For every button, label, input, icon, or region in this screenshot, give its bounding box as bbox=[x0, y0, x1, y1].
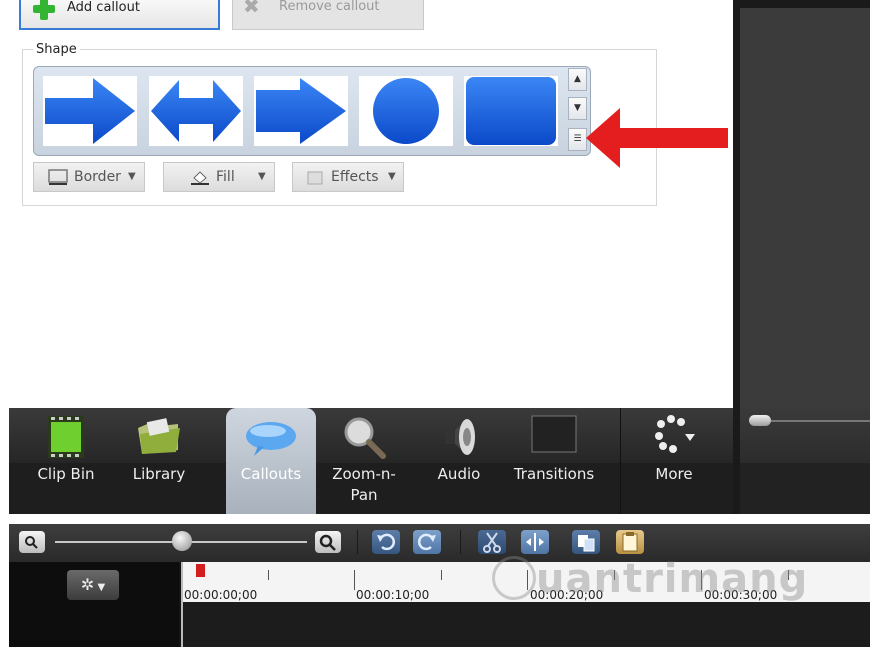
split-button[interactable] bbox=[521, 530, 549, 554]
shape-rectangle-tile[interactable] bbox=[464, 76, 558, 146]
magnifier-icon bbox=[344, 417, 386, 459]
ruler-tick bbox=[268, 570, 269, 580]
timecode-label: 00:00:10;00 bbox=[356, 588, 430, 602]
undo-button[interactable] bbox=[372, 530, 400, 554]
copy-icon bbox=[578, 535, 595, 552]
remove-icon: ✖ bbox=[243, 0, 260, 18]
fill-label: Fill bbox=[216, 169, 235, 185]
undo-icon bbox=[377, 533, 396, 551]
effects-dropdown[interactable]: Effects ▼ bbox=[292, 162, 404, 192]
chevron-down-icon: ▼ bbox=[258, 171, 266, 182]
tab-clip-bin[interactable]: Clip Bin bbox=[24, 408, 108, 514]
search-icon bbox=[319, 534, 336, 551]
shape-double-arrow-tile[interactable] bbox=[149, 76, 243, 146]
chevron-down-icon: ▼ bbox=[128, 171, 136, 182]
tab-label: More bbox=[655, 465, 693, 483]
zoom-out-button[interactable] bbox=[19, 531, 45, 553]
scissors-icon bbox=[483, 532, 501, 553]
chevron-down-icon: ▼ bbox=[94, 582, 106, 593]
zoom-slider-knob[interactable] bbox=[172, 531, 192, 551]
preview-area bbox=[740, 8, 870, 408]
timeline-track-area[interactable] bbox=[181, 602, 870, 647]
add-callout-label: Add callout bbox=[67, 0, 140, 15]
shape-arrow-right-tile[interactable] bbox=[43, 76, 137, 146]
transition-icon bbox=[531, 415, 577, 453]
chevron-arrow-icon bbox=[256, 78, 346, 144]
fill-bucket-icon bbox=[191, 171, 209, 185]
watermark-logo bbox=[492, 556, 536, 600]
circle-icon bbox=[373, 78, 439, 144]
shape-circle-tile[interactable] bbox=[359, 76, 453, 146]
chevron-down-icon: ▼ bbox=[388, 171, 396, 182]
tab-label: Clip Bin bbox=[37, 465, 95, 483]
playhead-line bbox=[181, 562, 183, 647]
dots-icon bbox=[655, 415, 695, 453]
arrow-right-icon bbox=[45, 78, 135, 144]
effects-label: Effects bbox=[331, 169, 379, 185]
speech-bubble-icon bbox=[246, 422, 296, 456]
paste-icon bbox=[622, 532, 638, 552]
shape-chevron-arrow-tile[interactable] bbox=[254, 76, 348, 146]
toolbar-separator bbox=[460, 530, 461, 554]
preview-slider-knob[interactable] bbox=[749, 415, 771, 426]
tab-label: Library bbox=[132, 465, 186, 483]
effects-icon bbox=[307, 171, 323, 185]
shape-group-legend: Shape bbox=[33, 42, 80, 57]
border-dropdown[interactable]: Border ▼ bbox=[33, 162, 145, 192]
tab-label: Transitions bbox=[513, 465, 595, 483]
gallery-scroll-down-button[interactable]: ▼ bbox=[568, 97, 587, 120]
tab-library[interactable]: Library bbox=[116, 408, 202, 514]
copy-button[interactable] bbox=[572, 530, 600, 554]
gallery-scroll-up-button[interactable]: ▲ bbox=[568, 68, 587, 91]
border-icon bbox=[48, 169, 68, 185]
redo-icon bbox=[417, 533, 436, 551]
tab-label: Callouts bbox=[240, 465, 302, 483]
rounded-rectangle-icon bbox=[466, 77, 556, 145]
tab-audio[interactable]: Audio bbox=[420, 408, 498, 514]
search-icon bbox=[25, 536, 38, 549]
toolbar-separator bbox=[357, 530, 358, 554]
folder-icon bbox=[138, 418, 180, 454]
tab-label: Zoom-n- Pan bbox=[332, 465, 396, 504]
split-icon bbox=[526, 533, 544, 551]
tab-callouts[interactable]: Callouts bbox=[226, 408, 316, 514]
watermark-text: uantrimang bbox=[536, 556, 809, 602]
playhead-marker[interactable] bbox=[196, 564, 205, 577]
remove-callout-label: Remove callout bbox=[279, 0, 380, 14]
tab-transitions[interactable]: Transitions bbox=[500, 408, 608, 514]
ruler-tick bbox=[441, 570, 442, 580]
double-arrow-icon bbox=[151, 80, 241, 142]
gallery-expand-button[interactable]: ☰ bbox=[568, 128, 587, 151]
plus-icon bbox=[33, 0, 55, 20]
red-annotation-arrow bbox=[586, 108, 728, 168]
preview-slider-track bbox=[771, 420, 870, 422]
tab-zoom-n-pan[interactable]: Zoom-n- Pan bbox=[318, 408, 410, 514]
tab-more[interactable]: More bbox=[630, 408, 718, 514]
add-callout-button[interactable]: Add callout bbox=[19, 0, 220, 30]
zoom-in-button[interactable] bbox=[315, 531, 341, 553]
preview-controls-lower bbox=[740, 463, 870, 514]
app-window: Add callout ✖ Remove callout Shape ▲ ▼ ☰… bbox=[0, 0, 870, 647]
shape-gallery bbox=[33, 66, 591, 156]
cut-button[interactable] bbox=[478, 530, 506, 554]
paste-button[interactable] bbox=[616, 530, 644, 554]
gear-icon: ✲ bbox=[80, 575, 95, 594]
tab-label: Audio bbox=[437, 465, 481, 483]
border-label: Border bbox=[74, 169, 121, 185]
timeline-settings-button[interactable]: ✲ ▼ bbox=[67, 570, 119, 600]
timecode-label: 00:00:00;00 bbox=[184, 588, 258, 602]
speaker-icon bbox=[445, 418, 475, 456]
remove-callout-button[interactable]: ✖ Remove callout bbox=[232, 0, 424, 30]
tab-separator bbox=[620, 408, 621, 514]
filmstrip-icon bbox=[48, 416, 84, 458]
ruler-tick bbox=[354, 570, 355, 590]
fill-dropdown[interactable]: Fill ▼ bbox=[163, 162, 275, 192]
redo-button[interactable] bbox=[413, 530, 441, 554]
